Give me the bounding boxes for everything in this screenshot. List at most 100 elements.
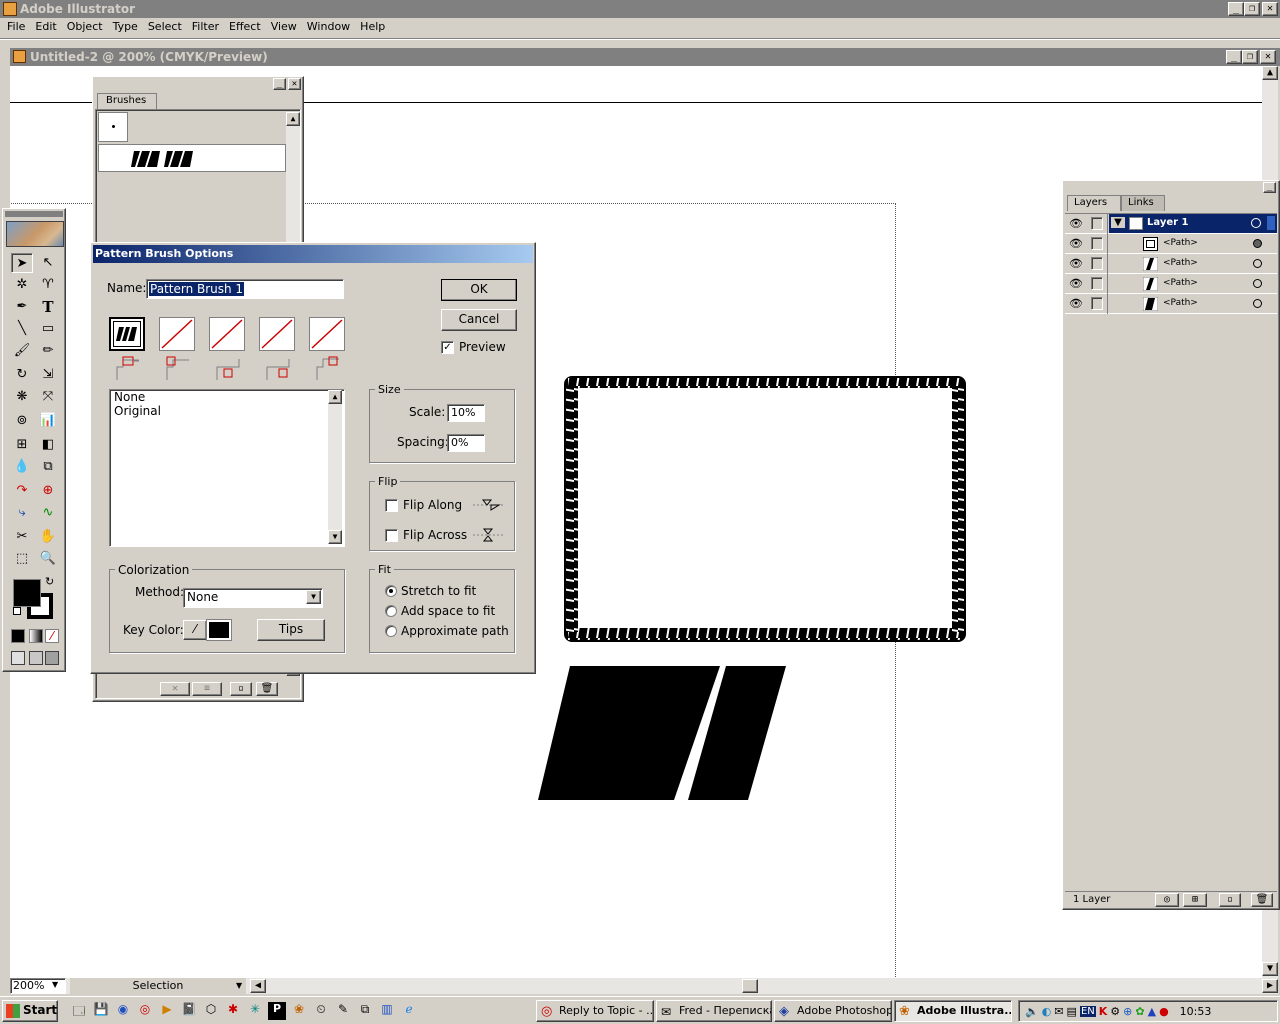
doc-restore-button[interactable]: ❐ (1242, 50, 1258, 64)
path-target-icon[interactable] (1253, 279, 1262, 288)
flip-across-checkbox[interactable] (385, 529, 398, 542)
display-icon[interactable]: ▤ (1067, 1005, 1077, 1018)
symbol-sprayer-tool-icon[interactable]: ⊚ (11, 411, 33, 431)
visibility-eye-icon[interactable]: 👁 (1069, 237, 1083, 250)
approximate-path-radio[interactable] (385, 625, 397, 637)
magic-wand-tool-icon[interactable]: ✲ (11, 275, 33, 295)
language-indicator[interactable]: EN (1079, 1005, 1096, 1017)
cancel-button[interactable]: Cancel (441, 309, 517, 331)
task-illustrator-active[interactable]: ❀ Adobe Illustra... (894, 1000, 1012, 1022)
end-tile-button[interactable] (309, 317, 345, 351)
menu-effect[interactable]: Effect (224, 18, 266, 38)
path-name[interactable]: <Path> (1163, 238, 1198, 248)
paintbrush-tool-icon[interactable]: 🖌 (11, 341, 33, 361)
zoom-tool-icon[interactable]: 🔍 (37, 549, 59, 569)
task-fred[interactable]: ✉ Fred - Переписка (656, 1000, 772, 1022)
rectangle-tool-icon[interactable]: ▭ (37, 319, 59, 339)
hand-tool-icon[interactable]: ✋ (37, 527, 59, 547)
flip-along-checkbox[interactable] (385, 499, 398, 512)
3d-box-icon[interactable]: ⬡ (202, 1002, 220, 1020)
red-circle-icon[interactable]: ● (1159, 1005, 1169, 1018)
task-reply-to-topic[interactable]: ◎ Reply to Topic - ... (536, 1000, 654, 1022)
ie-icon[interactable]: ℯ (400, 1002, 418, 1020)
pattern-brush-rectangle[interactable] (562, 374, 970, 644)
start-button[interactable]: Start (2, 1000, 58, 1022)
line-tool-icon[interactable]: ╲ (11, 319, 33, 339)
layers-minimize-button[interactable]: _ (1263, 182, 1276, 193)
key-color-swatch[interactable] (206, 619, 232, 641)
inner-corner-tile-button[interactable] (209, 317, 245, 351)
tray-app-icon[interactable]: ⚙ (1110, 1005, 1120, 1018)
make-clipping-mask-icon[interactable]: ◎ (1155, 893, 1179, 907)
globe-icon[interactable]: ⊕ (1123, 1005, 1132, 1018)
new-brush-icon[interactable]: ▫ (230, 682, 252, 696)
tool-status-dropdown-icon[interactable]: ▼ (236, 981, 242, 990)
lock-toggle[interactable] (1091, 217, 1103, 230)
menu-view[interactable]: View (266, 18, 302, 38)
doc-minimize-button[interactable]: _ (1226, 50, 1242, 64)
eyedropper-tool-icon[interactable]: 💧 (11, 457, 33, 477)
expand-triangle-icon[interactable]: ▼ (1111, 217, 1125, 228)
menu-filter[interactable]: Filter (187, 18, 224, 38)
brushes-minimize-button[interactable]: _ (273, 78, 286, 90)
selection-tool-icon[interactable]: ➤ (11, 253, 33, 273)
gradient-mode-icon[interactable] (29, 629, 43, 643)
free-transform-tool-icon[interactable]: ⤧ (37, 387, 59, 407)
tile-list[interactable]: None Original ▲ ▼ (109, 389, 345, 547)
hscroll-right-arrow-icon[interactable]: ▶ (1262, 979, 1278, 993)
opera-icon[interactable]: ◎ (136, 1002, 154, 1020)
new-sublayer-icon[interactable]: ⊞ (1183, 893, 1207, 907)
auto-trace-tool-icon[interactable]: ⤷ (11, 503, 33, 523)
menu-help[interactable]: Help (355, 18, 390, 38)
path-name[interactable]: <Path> (1163, 278, 1198, 288)
slice-select-tool-icon[interactable]: ⊕ (37, 481, 59, 501)
method-select[interactable]: None ▼ (183, 588, 323, 608)
ok-button[interactable]: OK (441, 279, 517, 301)
tile-list-item-original[interactable]: Original (110, 404, 344, 418)
brushes-scroll-up-icon[interactable]: ▲ (286, 112, 300, 126)
app-minimize-button[interactable]: _ (1228, 2, 1244, 16)
lock-toggle[interactable] (1091, 257, 1103, 270)
pencil-tool-icon[interactable]: ✏ (37, 341, 59, 361)
pattern-brush-swatch[interactable] (98, 144, 286, 172)
tile-list-scrollbar[interactable]: ▲ ▼ (328, 390, 342, 544)
live-paint-tool-icon[interactable]: ↷ (11, 481, 33, 501)
path-row[interactable]: 👁 <Path> (1065, 234, 1277, 254)
stretch-to-fit-radio[interactable] (385, 585, 397, 597)
menu-object[interactable]: Object (62, 18, 108, 38)
full-screen-mode-icon[interactable] (45, 651, 59, 665)
remove-brush-stroke-icon[interactable]: ✕ (160, 682, 190, 696)
doc-close-button[interactable]: ✕ (1260, 50, 1276, 64)
smooth-tool-icon[interactable]: ∿ (37, 503, 59, 523)
volume-icon[interactable]: 🔈 (1025, 1005, 1039, 1018)
page-tool-icon[interactable]: ⬚ (11, 549, 33, 569)
pagemaker-icon[interactable]: P (268, 1002, 286, 1020)
scale-input[interactable]: 10% (447, 404, 485, 422)
brushes-tab[interactable]: Brushes (97, 93, 157, 109)
layer-target-icon[interactable] (1251, 218, 1261, 228)
visibility-eye-icon[interactable]: 👁 (1069, 277, 1083, 290)
toolbox-venus-logo[interactable] (6, 221, 64, 247)
image-app-icon[interactable]: ✎ (334, 1002, 352, 1020)
spider-icon[interactable]: ✱ (224, 1002, 242, 1020)
save-icon[interactable]: 💾 (92, 1002, 110, 1020)
messenger-icon[interactable]: ✉ (1054, 1005, 1063, 1018)
calligraphic-brush-swatch[interactable] (98, 112, 128, 142)
key-color-eyedropper-button[interactable]: ⁄ (183, 620, 207, 640)
show-desktop-icon[interactable]: 🗔 (70, 1002, 88, 1020)
color-mode-icon[interactable] (11, 629, 25, 643)
direct-selection-tool-icon[interactable]: ↖ (37, 253, 59, 273)
path-row[interactable]: 👁 <Path> (1065, 294, 1277, 314)
copy-app-icon[interactable]: ⧉ (356, 1002, 374, 1020)
lasso-tool-icon[interactable]: ♈ (37, 275, 59, 295)
notepad-icon[interactable]: 📓 (180, 1002, 198, 1020)
mesh-tool-icon[interactable]: ⊞ (11, 435, 33, 455)
lock-toggle[interactable] (1091, 277, 1103, 290)
name-input[interactable]: Pattern Brush 1 (146, 279, 344, 299)
books-icon[interactable]: ▥ (378, 1002, 396, 1020)
warp-tool-icon[interactable]: ❋ (11, 387, 33, 407)
type-tool-icon[interactable]: T (37, 297, 59, 317)
scroll-down-arrow-icon[interactable]: ▼ (1262, 962, 1278, 976)
menu-select[interactable]: Select (143, 18, 187, 38)
zoom-dropdown-icon[interactable]: ▼ (52, 980, 58, 989)
